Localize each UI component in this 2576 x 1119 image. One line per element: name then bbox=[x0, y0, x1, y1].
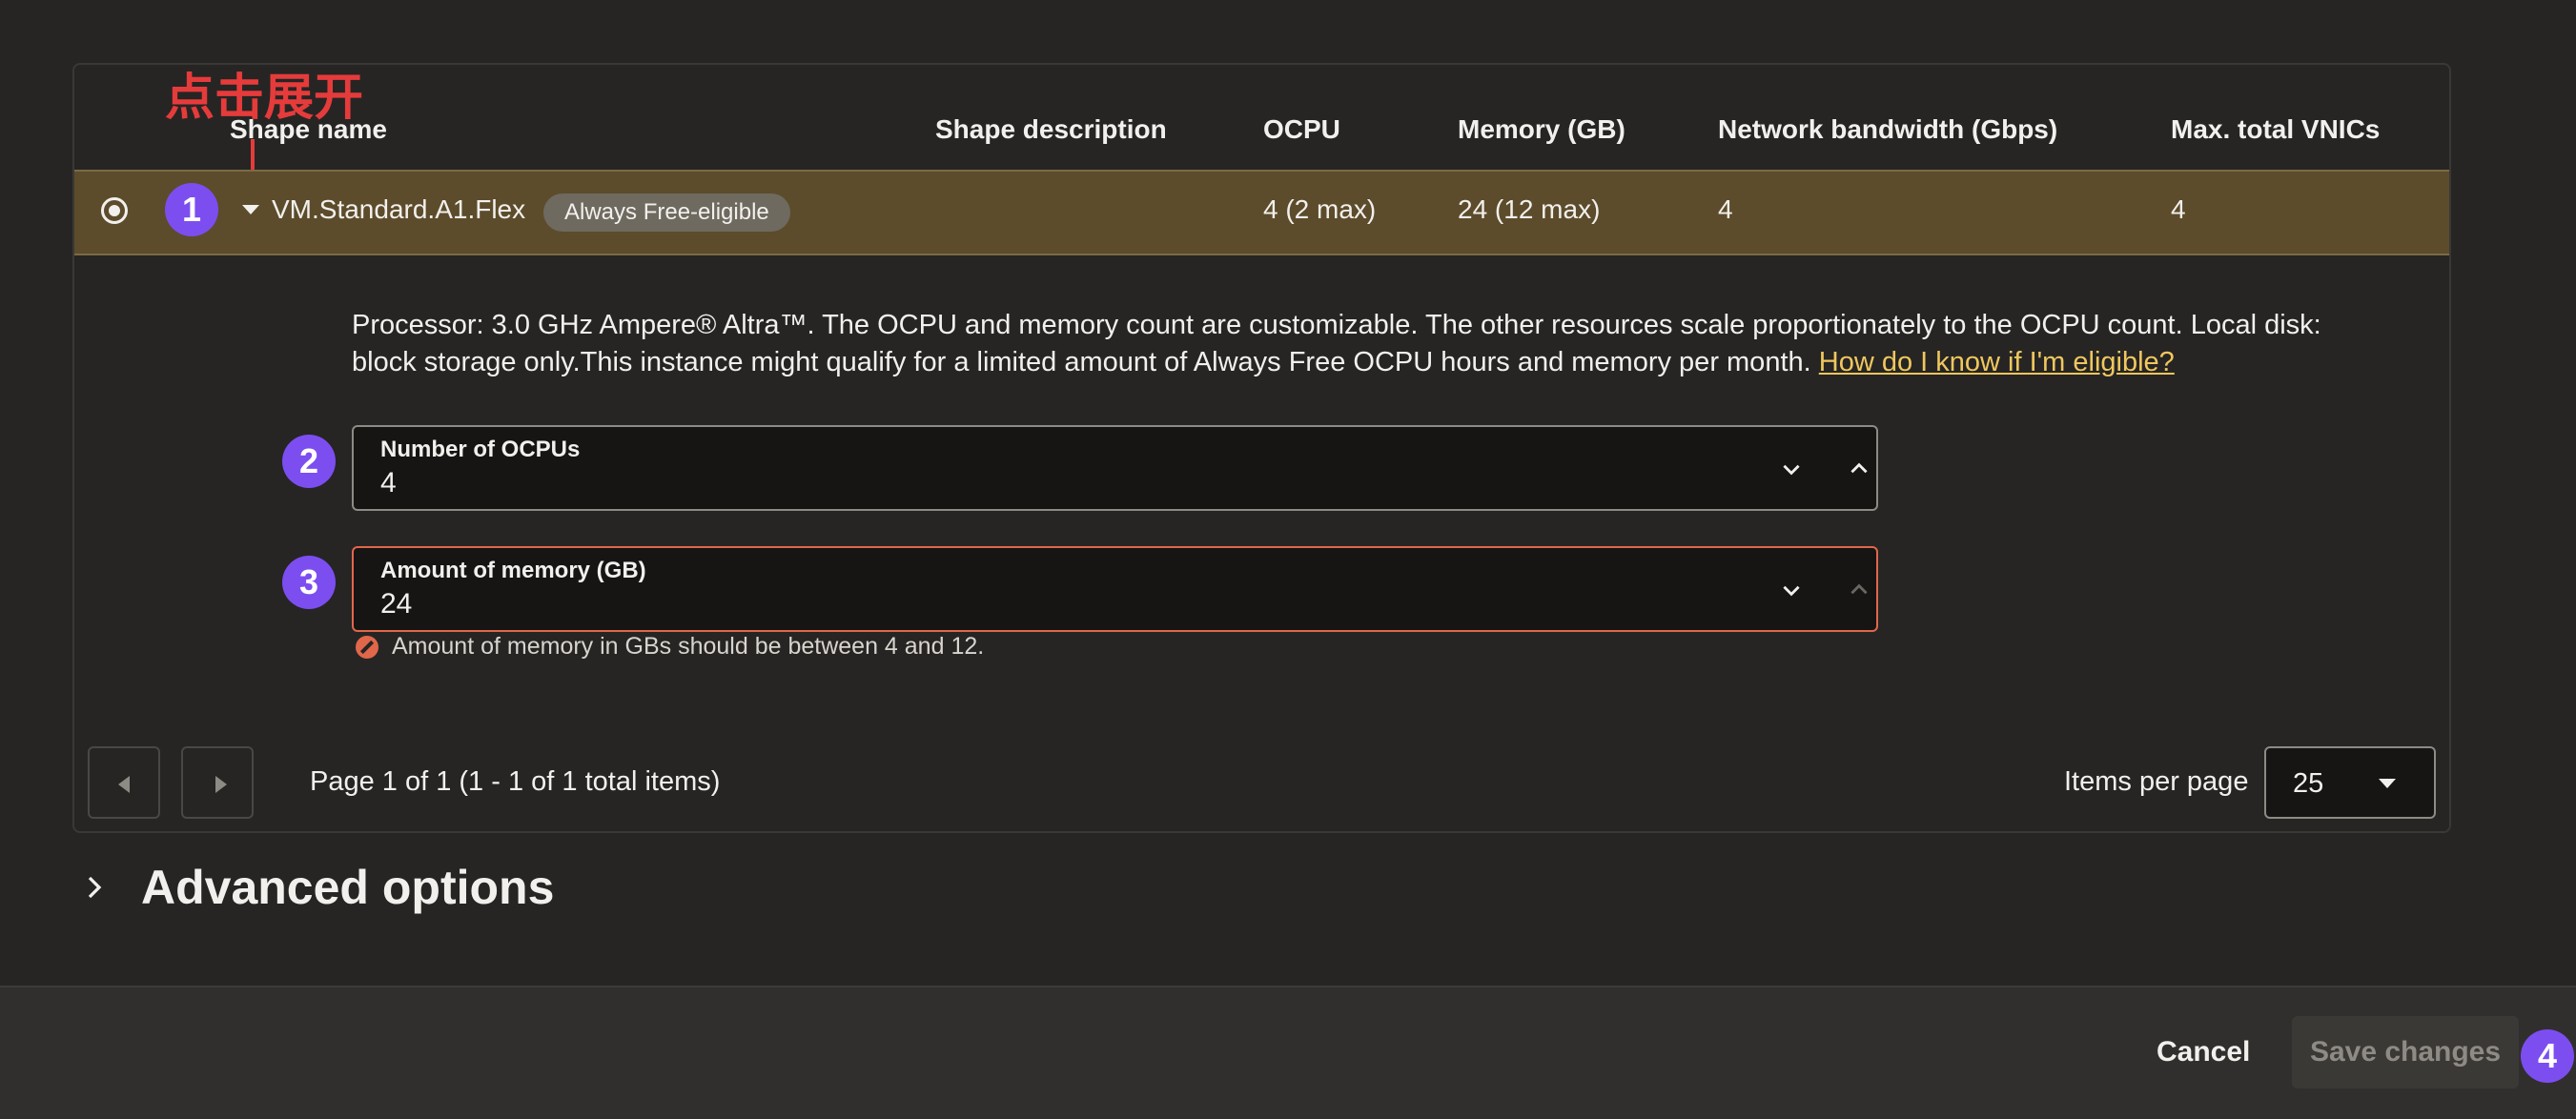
chevron-down-icon[interactable] bbox=[1778, 577, 1805, 603]
memory-field-value[interactable]: 24 bbox=[380, 588, 412, 621]
pagination-info: Page 1 of 1 (1 - 1 of 1 total items) bbox=[310, 766, 721, 797]
row-network: 4 bbox=[1718, 194, 1733, 224]
row-memory: 24 (12 max) bbox=[1458, 194, 1601, 224]
items-per-page-select[interactable]: 25 bbox=[2264, 746, 2436, 819]
expand-caret-icon[interactable] bbox=[242, 205, 259, 214]
shape-selection-page: Shape name Shape description OCPU Memory… bbox=[0, 0, 2576, 1119]
shape-description-text: Processor: 3.0 GHz Ampere® Altra™. The O… bbox=[352, 307, 2382, 381]
advanced-options-toggle[interactable]: Advanced options bbox=[80, 860, 554, 915]
header-memory[interactable]: Memory (GB) bbox=[1458, 114, 1625, 145]
caret-right-icon bbox=[215, 776, 227, 793]
memory-error-text: Amount of memory in GBs should be betwee… bbox=[392, 633, 985, 660]
header-network-bandwidth[interactable]: Network bandwidth (Gbps) bbox=[1718, 114, 2057, 145]
row-shape-name: VM.Standard.A1.Flex bbox=[272, 194, 526, 224]
advanced-options-title: Advanced options bbox=[141, 861, 555, 914]
memory-error-message: Amount of memory in GBs should be betwee… bbox=[356, 633, 984, 661]
next-page-button[interactable] bbox=[181, 746, 254, 819]
ocpu-field-value[interactable]: 4 bbox=[380, 467, 397, 499]
header-ocpu[interactable]: OCPU bbox=[1263, 114, 1340, 145]
row-radio-button[interactable] bbox=[101, 197, 128, 224]
memory-field-label: Amount of memory (GB) bbox=[380, 558, 646, 583]
save-changes-button[interactable]: Save changes bbox=[2292, 1016, 2519, 1088]
cancel-button[interactable]: Cancel bbox=[2157, 1036, 2250, 1068]
step-badge-1: 1 bbox=[165, 183, 218, 236]
step-badge-3: 3 bbox=[282, 556, 336, 609]
items-per-page-value: 25 bbox=[2293, 768, 2324, 799]
previous-page-button[interactable] bbox=[88, 746, 160, 819]
header-shape-description: Shape description bbox=[935, 114, 1167, 144]
step-badge-4: 4 bbox=[2521, 1029, 2574, 1083]
header-max-vnics[interactable]: Max. total VNICs bbox=[2171, 114, 2380, 145]
caret-down-icon bbox=[2379, 779, 2396, 788]
chevron-right-icon bbox=[88, 876, 102, 899]
always-free-badge: Always Free-eligible bbox=[543, 193, 790, 232]
step-badge-2: 2 bbox=[282, 435, 336, 488]
caret-left-icon bbox=[118, 776, 130, 793]
chevron-down-icon[interactable] bbox=[1778, 456, 1805, 482]
chevron-up-icon[interactable] bbox=[1846, 456, 1872, 482]
row-vnics: 4 bbox=[2171, 194, 2186, 224]
chevron-up-icon bbox=[1846, 577, 1872, 603]
memory-amount-field[interactable]: Amount of memory (GB) 24 bbox=[352, 546, 1878, 632]
row-ocpu: 4 (2 max) bbox=[1263, 194, 1377, 224]
ocpu-count-field[interactable]: Number of OCPUs 4 bbox=[352, 425, 1878, 511]
annotation-click-to-expand: 点击展开 bbox=[165, 70, 364, 127]
ocpu-field-label: Number of OCPUs bbox=[380, 437, 581, 462]
error-icon bbox=[356, 635, 378, 659]
eligibility-link[interactable]: How do I know if I'm eligible? bbox=[1819, 347, 2175, 377]
items-per-page-label: Items per page bbox=[2064, 766, 2249, 797]
